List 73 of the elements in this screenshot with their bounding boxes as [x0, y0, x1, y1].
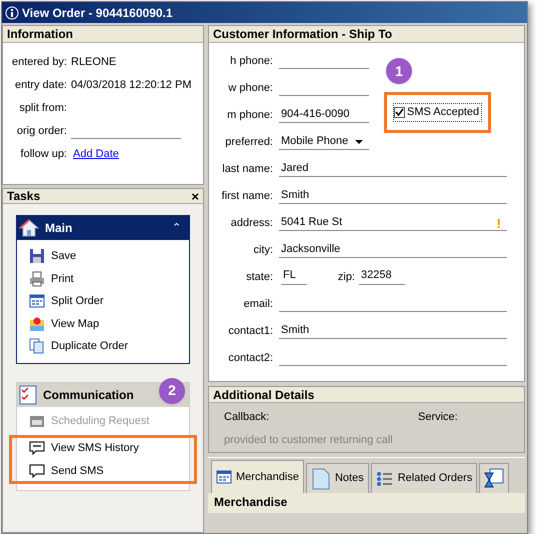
- input-field[interactable]: Jared: [279, 159, 507, 177]
- tab[interactable]: [479, 463, 510, 493]
- input-field[interactable]: Smith: [279, 186, 507, 204]
- field-label: last name:: [221, 162, 274, 176]
- close-button[interactable]: ×: [191, 190, 199, 202]
- bulleted-list-icon: [376, 470, 394, 488]
- task-item[interactable]: Split Order: [29, 293, 177, 310]
- input-field[interactable]: 904-416-0090: [279, 105, 369, 123]
- field-label: zip:: [336, 270, 356, 284]
- sms-bubble-icon: [29, 440, 45, 456]
- input-field[interactable]: FL: [281, 267, 307, 285]
- check-icon: [395, 108, 404, 117]
- input-field[interactable]: Jacksonville: [279, 240, 507, 258]
- task-item[interactable]: View Map: [29, 316, 177, 332]
- callout-badge: 2: [159, 378, 185, 404]
- window-title: View Order - 9044160090.1: [22, 4, 173, 22]
- task-item[interactable]: Save: [29, 248, 177, 264]
- field-value: RLEONE: [71, 54, 116, 70]
- page-icon: [310, 468, 331, 490]
- field-label: split from:: [18, 100, 68, 116]
- tab[interactable]: Notes: [306, 463, 369, 493]
- field-label: city:: [252, 242, 274, 258]
- hourglass-icon: [484, 466, 504, 490]
- field-label: m phone:: [226, 108, 274, 122]
- dropdown-arrow-icon: [355, 140, 363, 144]
- grid-icon: [216, 469, 232, 485]
- merchandise-header: Merchandise: [208, 493, 525, 513]
- field-label: orig order:: [16, 124, 68, 138]
- task-item[interactable]: Print: [29, 270, 177, 287]
- sms-accepted-checkbox[interactable]: SMS Accepted: [393, 103, 482, 122]
- group-title: Communication: [43, 386, 135, 404]
- field-label: follow up:: [20, 146, 68, 162]
- group-title: Main: [45, 220, 74, 237]
- speech-bubble-icon: [29, 462, 45, 479]
- checklist-icon: [19, 384, 37, 404]
- input-field[interactable]: 32258: [359, 267, 405, 285]
- field-label: state:: [245, 270, 274, 284]
- add-date-link[interactable]: Add Date: [73, 146, 119, 162]
- field-label: contact2:: [227, 350, 274, 366]
- documents-icon: [29, 338, 45, 354]
- input-field[interactable]: 5041 Rue St !: [279, 213, 507, 231]
- grid-icon: [29, 293, 45, 310]
- field-label: entry date:: [14, 78, 68, 92]
- field-label: preferred:: [224, 134, 274, 150]
- field-label: contact1:: [227, 324, 274, 338]
- map-pin-icon: [29, 316, 45, 332]
- field-value: 04/03/2018 12:20:12 PM: [71, 78, 192, 92]
- task-item[interactable]: Send SMS: [29, 462, 177, 479]
- task-item[interactable]: Duplicate Order: [29, 338, 177, 354]
- callback-label: Callback:: [224, 410, 270, 425]
- field-label: first name:: [220, 188, 274, 204]
- field-label: email:: [242, 296, 274, 312]
- callback-note: provided to customer returning call: [223, 432, 394, 448]
- warning-mark: !: [496, 217, 502, 230]
- collapse-button[interactable]: ⌃: [172, 222, 187, 234]
- tab[interactable]: Related Orders: [370, 463, 478, 493]
- checkbox[interactable]: [394, 106, 405, 118]
- section-header: Information: [3, 26, 203, 43]
- input-field[interactable]: Smith: [279, 321, 507, 339]
- section-header: Additional Details: [209, 387, 524, 403]
- field-label: address:: [230, 216, 274, 230]
- field-label: w phone:: [227, 80, 274, 96]
- field-label: h phone:: [229, 54, 274, 68]
- info-icon: [5, 6, 19, 20]
- section-header: Customer Information - Ship To: [209, 26, 524, 43]
- tab[interactable]: Merchandise: [211, 460, 304, 493]
- preferred-dropdown[interactable]: Mobile Phone: [279, 132, 369, 150]
- service-label: Service:: [418, 410, 458, 425]
- printer-icon: [29, 270, 45, 287]
- house-icon: [19, 218, 39, 238]
- panel-title: Tasks: [7, 188, 40, 205]
- task-item[interactable]: View SMS History: [29, 440, 177, 456]
- field-label: entered by:: [10, 54, 68, 70]
